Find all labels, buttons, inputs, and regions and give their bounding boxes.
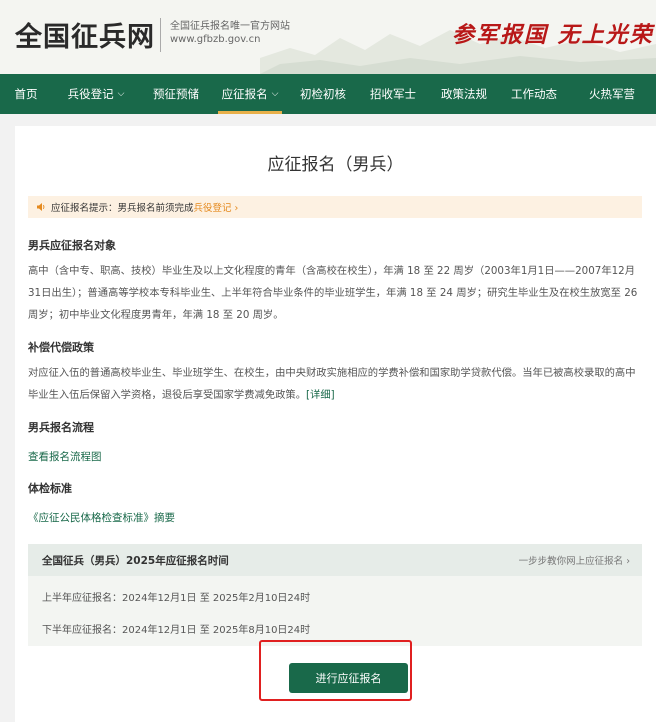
nav-item-initial-check[interactable]: 初检初核 (288, 74, 358, 114)
nav-label: 首页 (14, 87, 38, 101)
detail-link[interactable]: [详细] (306, 389, 335, 401)
nav-item-policies[interactable]: 政策法规 (428, 74, 500, 114)
online-guide-link[interactable]: 一步步教你网上应征报名 › (519, 553, 630, 567)
site-url: www.gfbzb.gov.cn (170, 34, 261, 45)
chevron-down-icon: ⌵ (117, 89, 125, 99)
speaker-icon (37, 203, 45, 211)
process-flowchart-link[interactable]: 查看报名流程图 (28, 449, 102, 464)
site-subtitle: 全国征兵报名唯一官方网站 (170, 21, 290, 32)
section-text-targets: 高中（含中专、职高、技校）毕业生及以上文化程度的青年（含高校在校生），年满 18… (28, 265, 638, 321)
page-title: 应征报名（男兵） (267, 155, 404, 175)
schedule-second-half: 下半年应征报名：2024年12月1日 至 2025年8月10日24时 (42, 625, 311, 636)
section-heading-physical: 体检标准 (28, 482, 72, 495)
nav-label: 预征预储 (153, 87, 199, 101)
nav-item-pre-enlistment[interactable]: 预征预储 (140, 74, 212, 114)
military-registration-link[interactable]: 兵役登记 › (194, 200, 239, 214)
nav-label: 初检初核 (300, 87, 346, 101)
nav-item-barracks-life[interactable]: 火热军营 (568, 74, 656, 114)
schedule-title: 全国征兵（男兵）2025年应征报名时间 (42, 554, 229, 567)
apply-button[interactable]: 进行应征报名 (289, 663, 408, 693)
nav-item-military-registration[interactable]: 兵役登记 ⌵ (52, 74, 140, 114)
schedule-first-half: 上半年应征报名：2024年12月1日 至 2025年2月10日24时 (42, 593, 311, 604)
nav-label: 兵役登记 (67, 87, 114, 101)
nav-item-sergeant-recruitment[interactable]: 招收军士 (358, 74, 428, 114)
section-heading-targets: 男兵应征报名对象 (28, 239, 116, 252)
main-nav: 首页 兵役登记 ⌵ 预征预储 应征报名 ⌵ 初检初核 招收军士 政策法规 工作动态 … (0, 74, 656, 114)
schedule-header: 全国征兵（男兵）2025年应征报名时间 一步步教你网上应征报名 › (28, 544, 642, 576)
nav-label: 政策法规 (441, 87, 487, 101)
notice-bar: 应征报名提示：男兵报名前须完成 兵役登记 › (28, 196, 642, 218)
nav-item-home[interactable]: 首页 (0, 74, 52, 114)
slogan: 参军报国 无上光荣 (452, 22, 654, 48)
physical-standard-link[interactable]: 《应征公民体格检查标准》摘要 (28, 510, 175, 525)
nav-label: 应征报名 (221, 87, 268, 101)
nav-label: 工作动态 (511, 87, 557, 101)
nav-label: 火热军营 (589, 87, 635, 101)
chevron-down-icon: ⌵ (271, 89, 279, 99)
logo-divider (160, 18, 161, 52)
nav-label: 招收军士 (370, 87, 416, 101)
site-header: 全国征兵网 全国征兵报名唯一官方网站 www.gfbzb.gov.cn 参军报国… (0, 0, 656, 74)
nav-item-enlistment-application[interactable]: 应征报名 ⌵ (212, 74, 288, 114)
schedule-box: 全国征兵（男兵）2025年应征报名时间 一步步教你网上应征报名 › 上半年应征报… (28, 544, 642, 646)
section-heading-compensation: 补偿代偿政策 (28, 341, 94, 354)
notice-text: 应征报名提示：男兵报名前须完成 (51, 203, 194, 214)
section-text-compensation: 对应征入伍的普通高校毕业生、毕业班学生、在校生，由中央财政实施相应的学费补偿和国… (28, 362, 643, 406)
section-heading-process: 男兵报名流程 (28, 421, 94, 434)
content-card: 应征报名（男兵） 应征报名提示：男兵报名前须完成 兵役登记 › 男兵应征报名对象… (15, 126, 656, 722)
site-logo-title[interactable]: 全国征兵网 (15, 15, 155, 54)
nav-item-news[interactable]: 工作动态 (500, 74, 568, 114)
